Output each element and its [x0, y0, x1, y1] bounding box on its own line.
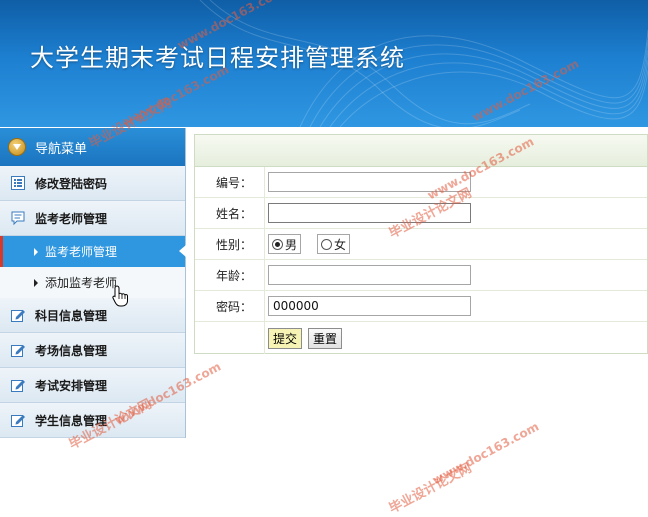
form-row-actions: 提交 重置 [195, 322, 647, 354]
sidebar-item-subject-management[interactable]: 科目信息管理 [0, 298, 185, 333]
gender-option-label: 男 [285, 237, 298, 252]
sidebar-item-label: 科目信息管理 [35, 308, 108, 323]
sidebar-subitem-label: 监考老师管理 [45, 245, 118, 259]
sidebar-item-exam-schedule-management[interactable]: 考试安排管理 [0, 368, 185, 403]
caret-right-icon [34, 247, 38, 256]
name-label: 姓名： [195, 198, 265, 228]
proctor-form-panel: 编号： 姓名： 性别： 男 女 年龄： 密码： 提交 重置 [194, 134, 648, 354]
id-input[interactable] [268, 172, 471, 192]
panel-header-bar [195, 135, 647, 167]
chat-icon [10, 210, 26, 226]
id-label: 编号： [195, 167, 265, 197]
password-input[interactable] [268, 296, 471, 316]
sidebar-item-proctor-management[interactable]: 监考老师管理 [0, 201, 185, 236]
watermark-url: www.doc163.com [430, 419, 542, 488]
edit-icon [10, 307, 26, 323]
sidebar-item-label: 考试安排管理 [35, 378, 108, 393]
sidebar-item-label: 修改登陆密码 [35, 176, 108, 191]
watermark-text: 毕业设计论文网 [386, 460, 475, 517]
form-row-name: 姓名： [195, 198, 647, 229]
caret-right-icon [34, 278, 38, 287]
form-row-gender: 性别： 男 女 [195, 229, 647, 260]
hand-cursor-icon [112, 285, 128, 307]
list-icon [10, 175, 26, 191]
sidebar-item-label: 学生信息管理 [35, 413, 108, 428]
submit-button[interactable]: 提交 [268, 327, 303, 349]
edit-icon [10, 412, 26, 428]
nav-menu-title: 导航菜单 [35, 141, 88, 157]
sidebar-subitem-label: 添加监考老师 [45, 276, 118, 290]
edit-icon [10, 377, 26, 393]
sidebar: 导航菜单 修改登陆密码 监考老师管理 监考老师管理 添加监考老师 科目信息管理 … [0, 128, 186, 438]
gender-radio-female[interactable]: 女 [317, 234, 351, 254]
chevron-down-icon [8, 138, 26, 156]
sidebar-item-exam-room-management[interactable]: 考场信息管理 [0, 333, 185, 368]
name-input[interactable] [268, 203, 471, 223]
form-row-age: 年龄： [195, 260, 647, 291]
sidebar-item-label: 考场信息管理 [35, 343, 108, 358]
gender-radio-male[interactable]: 男 [268, 234, 302, 254]
gender-label: 性别： [195, 229, 265, 259]
age-label: 年龄： [195, 260, 265, 290]
header-banner: 大学生期末考试日程安排管理系统 [0, 0, 648, 127]
nav-menu-header[interactable]: 导航菜单 [0, 128, 185, 166]
sidebar-item-student-management[interactable]: 学生信息管理 [0, 403, 185, 438]
radio-checked-icon [272, 238, 283, 250]
radio-unchecked-icon [321, 238, 333, 250]
reset-button[interactable]: 重置 [308, 327, 343, 349]
sidebar-subitem-proctor-list[interactable]: 监考老师管理 [0, 236, 186, 267]
edit-icon [10, 342, 26, 358]
sidebar-item-change-password[interactable]: 修改登陆密码 [0, 166, 185, 201]
actions-spacer [195, 322, 265, 354]
form-row-id: 编号： [195, 167, 647, 198]
gender-option-label: 女 [334, 237, 347, 252]
app-title: 大学生期末考试日程安排管理系统 [30, 44, 405, 72]
password-label: 密码： [195, 291, 265, 321]
sidebar-subitem-add-proctor[interactable]: 添加监考老师 [0, 267, 185, 298]
form-row-password: 密码： [195, 291, 647, 322]
age-input[interactable] [268, 265, 471, 285]
sidebar-item-label: 监考老师管理 [35, 211, 108, 226]
